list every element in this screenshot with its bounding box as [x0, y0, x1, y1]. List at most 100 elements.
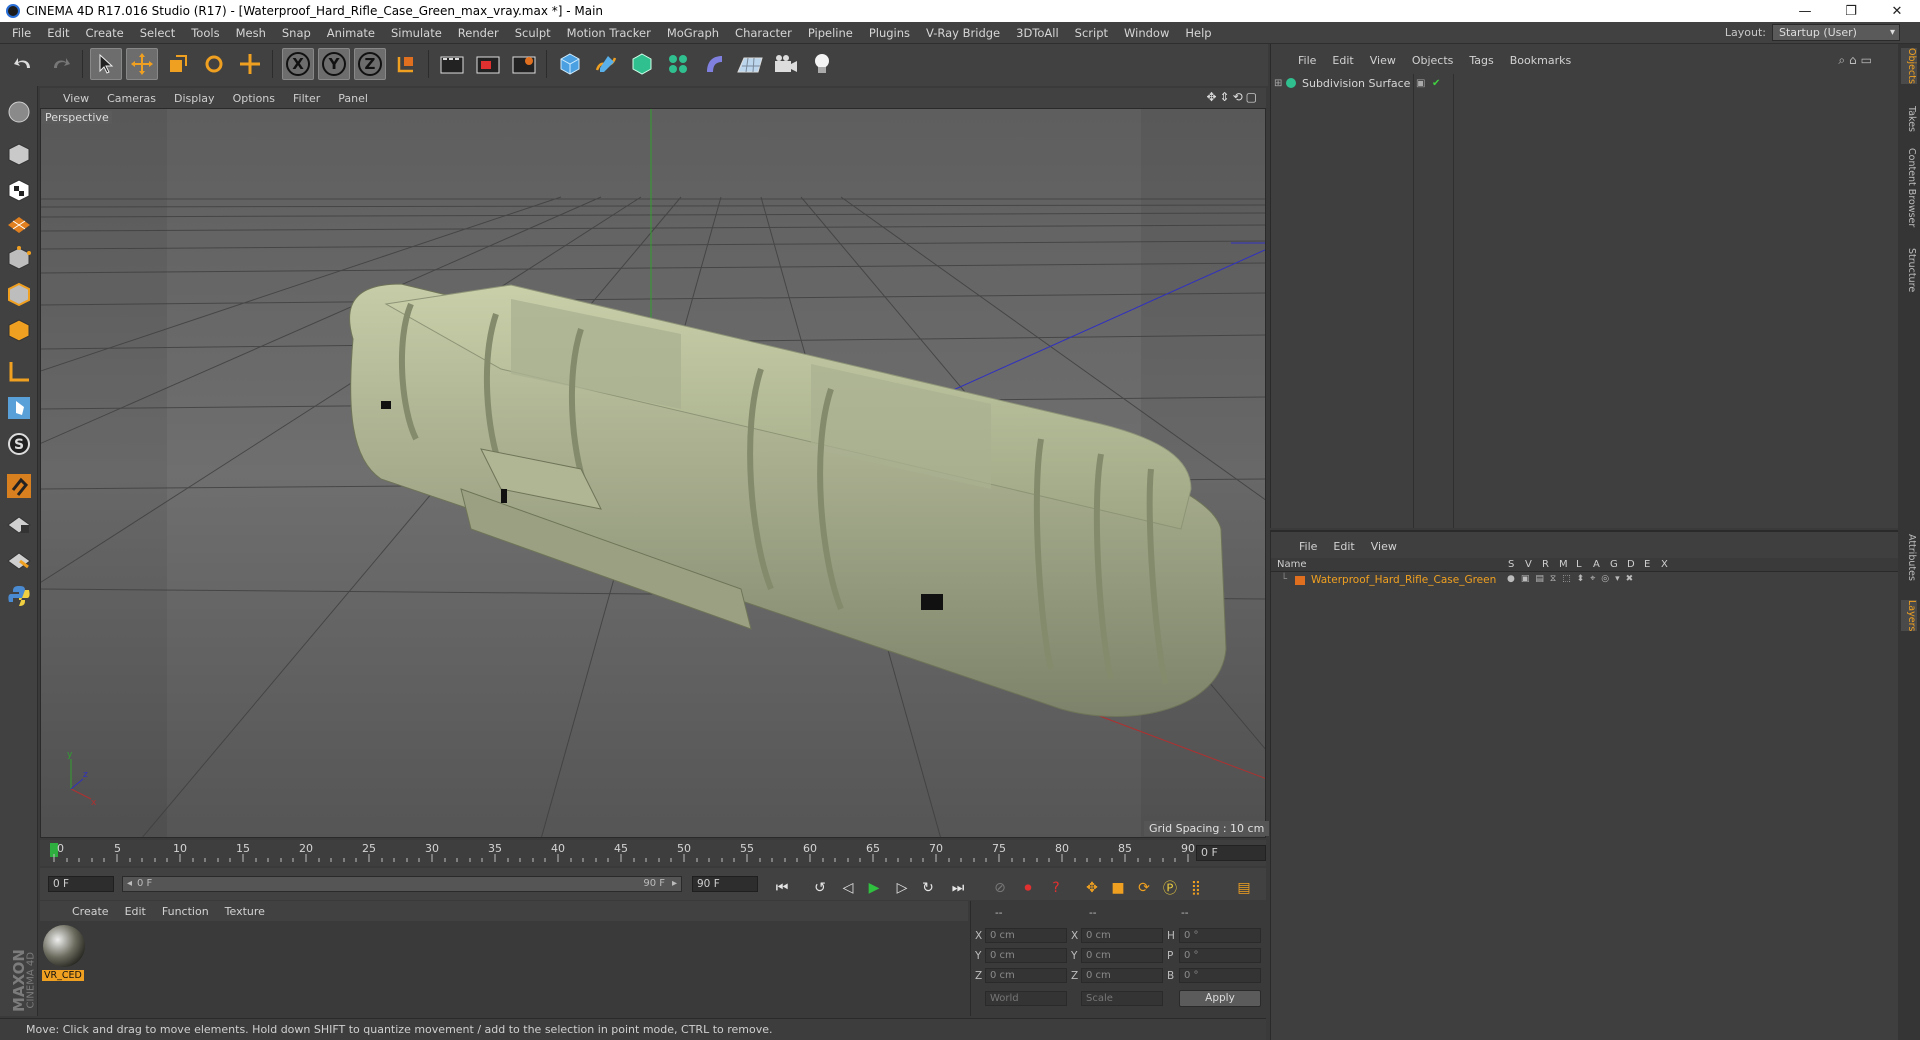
points-mode-icon[interactable]	[3, 242, 35, 274]
menu-create[interactable]: Create	[78, 26, 132, 40]
current-frame-field[interactable]: 0 F	[1196, 845, 1266, 861]
layer-menu-file[interactable]: File	[1291, 540, 1325, 553]
subdivision-surface-icon[interactable]	[626, 48, 658, 80]
menu-tools[interactable]: Tools	[183, 26, 227, 40]
axis-mode-icon[interactable]	[3, 356, 35, 388]
autokey-icon[interactable]: ?	[1044, 876, 1068, 900]
coord-mode-select[interactable]: World	[985, 991, 1067, 1006]
key-position-icon[interactable]: ✥	[1080, 876, 1104, 900]
object-enabled-check-icon[interactable]: ✔	[1432, 78, 1440, 89]
live-selection-icon[interactable]	[234, 48, 266, 80]
material-menu-edit[interactable]: Edit	[117, 905, 154, 918]
object-menu-edit[interactable]: Edit	[1324, 54, 1361, 67]
viewport-menu-panel[interactable]: Panel	[329, 92, 377, 105]
tweak-mode-icon[interactable]	[3, 392, 35, 424]
tab-takes[interactable]: Takes	[1901, 106, 1917, 132]
object-row[interactable]: ⊞ Subdivision Surface ▣ ✔	[1274, 75, 1874, 91]
rot-b-field[interactable]: 0 °	[1179, 968, 1261, 983]
menu-file[interactable]: File	[4, 26, 39, 40]
go-to-start-icon[interactable]: ⏮	[770, 876, 794, 900]
material-menu-function[interactable]: Function	[154, 905, 217, 918]
z-axis-lock-button[interactable]: Z	[354, 48, 386, 80]
polygons-mode-icon[interactable]	[3, 314, 35, 346]
menu-vray-bridge[interactable]: V-Ray Bridge	[918, 26, 1008, 40]
object-menu-bookmarks[interactable]: Bookmarks	[1502, 54, 1579, 67]
tab-attributes[interactable]: Attributes	[1901, 534, 1917, 581]
previous-frame-icon[interactable]: ◁	[836, 876, 860, 900]
move-tool-icon[interactable]	[126, 48, 158, 80]
layer-menu-edit[interactable]: Edit	[1325, 540, 1362, 553]
next-frame-icon[interactable]: ▷	[890, 876, 914, 900]
size-z-field[interactable]: 0 cm	[1081, 968, 1163, 983]
menu-plugins[interactable]: Plugins	[861, 26, 918, 40]
menu-animate[interactable]: Animate	[319, 26, 383, 40]
apply-button[interactable]: Apply	[1179, 990, 1261, 1007]
rot-h-field[interactable]: 0 °	[1179, 928, 1261, 943]
timeline-window-icon[interactable]: ▤	[1232, 876, 1256, 900]
camera-object-icon[interactable]	[770, 48, 802, 80]
key-rotation-icon[interactable]: ⟳	[1132, 876, 1156, 900]
layer-row[interactable]: └ Waterproof_Hard_Rifle_Case_Green ●▣▤⧖⬚…	[1271, 573, 1899, 588]
material-menu-texture[interactable]: Texture	[217, 905, 273, 918]
start-frame-field[interactable]: 0 F	[48, 876, 114, 892]
mograph-cloner-icon[interactable]	[662, 48, 694, 80]
restore-button[interactable]: ❐	[1828, 0, 1874, 22]
viewport-menu-view[interactable]: View	[54, 92, 98, 105]
menu-script[interactable]: Script	[1067, 26, 1116, 40]
menu-window[interactable]: Window	[1116, 26, 1177, 40]
cube-object-icon[interactable]	[554, 48, 586, 80]
close-button[interactable]: ✕	[1874, 0, 1920, 22]
menu-sculpt[interactable]: Sculpt	[507, 26, 559, 40]
end-frame-field[interactable]: 90 F	[692, 876, 758, 892]
workplane-mode-icon[interactable]	[3, 206, 35, 238]
key-scale-icon[interactable]: ■	[1106, 876, 1130, 900]
coord-scale-select[interactable]: Scale	[1081, 991, 1163, 1006]
deformer-bend-icon[interactable]	[698, 48, 730, 80]
texture-mode-icon[interactable]	[3, 174, 35, 206]
menu-help[interactable]: Help	[1177, 26, 1219, 40]
menu-select[interactable]: Select	[132, 26, 183, 40]
layer-menu-view[interactable]: View	[1363, 540, 1405, 553]
go-to-end-icon[interactable]: ⏭	[946, 876, 970, 900]
layer-toggle-icons[interactable]: ●▣▤⧖⬚⬍⌖◎▾✖	[1507, 574, 1639, 584]
tab-structure[interactable]: Structure	[1901, 248, 1917, 292]
layout-select[interactable]: Startup (User)	[1772, 24, 1900, 41]
workplane-lock-icon[interactable]	[3, 508, 35, 540]
pos-y-field[interactable]: 0 cm	[985, 948, 1067, 963]
make-editable-icon[interactable]	[3, 96, 35, 128]
render-settings-icon[interactable]	[508, 48, 540, 80]
x-axis-lock-button[interactable]: X	[282, 48, 314, 80]
next-key-icon[interactable]: ↻	[916, 876, 940, 900]
undo-icon[interactable]	[8, 48, 40, 80]
edges-mode-icon[interactable]	[3, 278, 35, 310]
layer-color-swatch[interactable]	[1295, 576, 1305, 585]
menu-simulate[interactable]: Simulate	[383, 26, 450, 40]
material-swatch[interactable]: VR_CED	[42, 924, 86, 984]
coordinate-system-icon[interactable]	[390, 48, 422, 80]
menu-snap[interactable]: Snap	[274, 26, 319, 40]
y-axis-lock-button[interactable]: Y	[318, 48, 350, 80]
frame-range-slider[interactable]: ◂ 0 F 90 F ▸	[122, 876, 682, 892]
timeline-ruler[interactable]: 0 5 10 15 20 25 30 35 40 45 50 55 60 65 …	[40, 840, 1266, 866]
render-picture-viewer-icon[interactable]	[472, 48, 504, 80]
material-menu-create[interactable]: Create	[64, 905, 117, 918]
planar-workplane-icon[interactable]	[3, 544, 35, 576]
menu-render[interactable]: Render	[450, 26, 507, 40]
menu-mograph[interactable]: MoGraph	[659, 26, 727, 40]
menu-motion-tracker[interactable]: Motion Tracker	[559, 26, 659, 40]
viewport-nav-icons[interactable]: ✥⇕⟲▢	[1206, 90, 1260, 104]
key-parameter-icon[interactable]: Ⓟ	[1158, 876, 1182, 900]
light-object-icon[interactable]	[806, 48, 838, 80]
scale-tool-icon[interactable]	[162, 48, 194, 80]
magnet-icon[interactable]	[3, 470, 35, 502]
menu-pipeline[interactable]: Pipeline	[800, 26, 861, 40]
menu-character[interactable]: Character	[727, 26, 800, 40]
tab-layers[interactable]: Layers	[1901, 600, 1917, 632]
render-view-icon[interactable]	[436, 48, 468, 80]
menu-mesh[interactable]: Mesh	[228, 26, 274, 40]
python-script-icon[interactable]	[3, 580, 35, 612]
viewport-menu-filter[interactable]: Filter	[284, 92, 329, 105]
pos-z-field[interactable]: 0 cm	[985, 968, 1067, 983]
key-pla-icon[interactable]: ⣿	[1184, 876, 1208, 900]
object-menu-view[interactable]: View	[1362, 54, 1404, 67]
